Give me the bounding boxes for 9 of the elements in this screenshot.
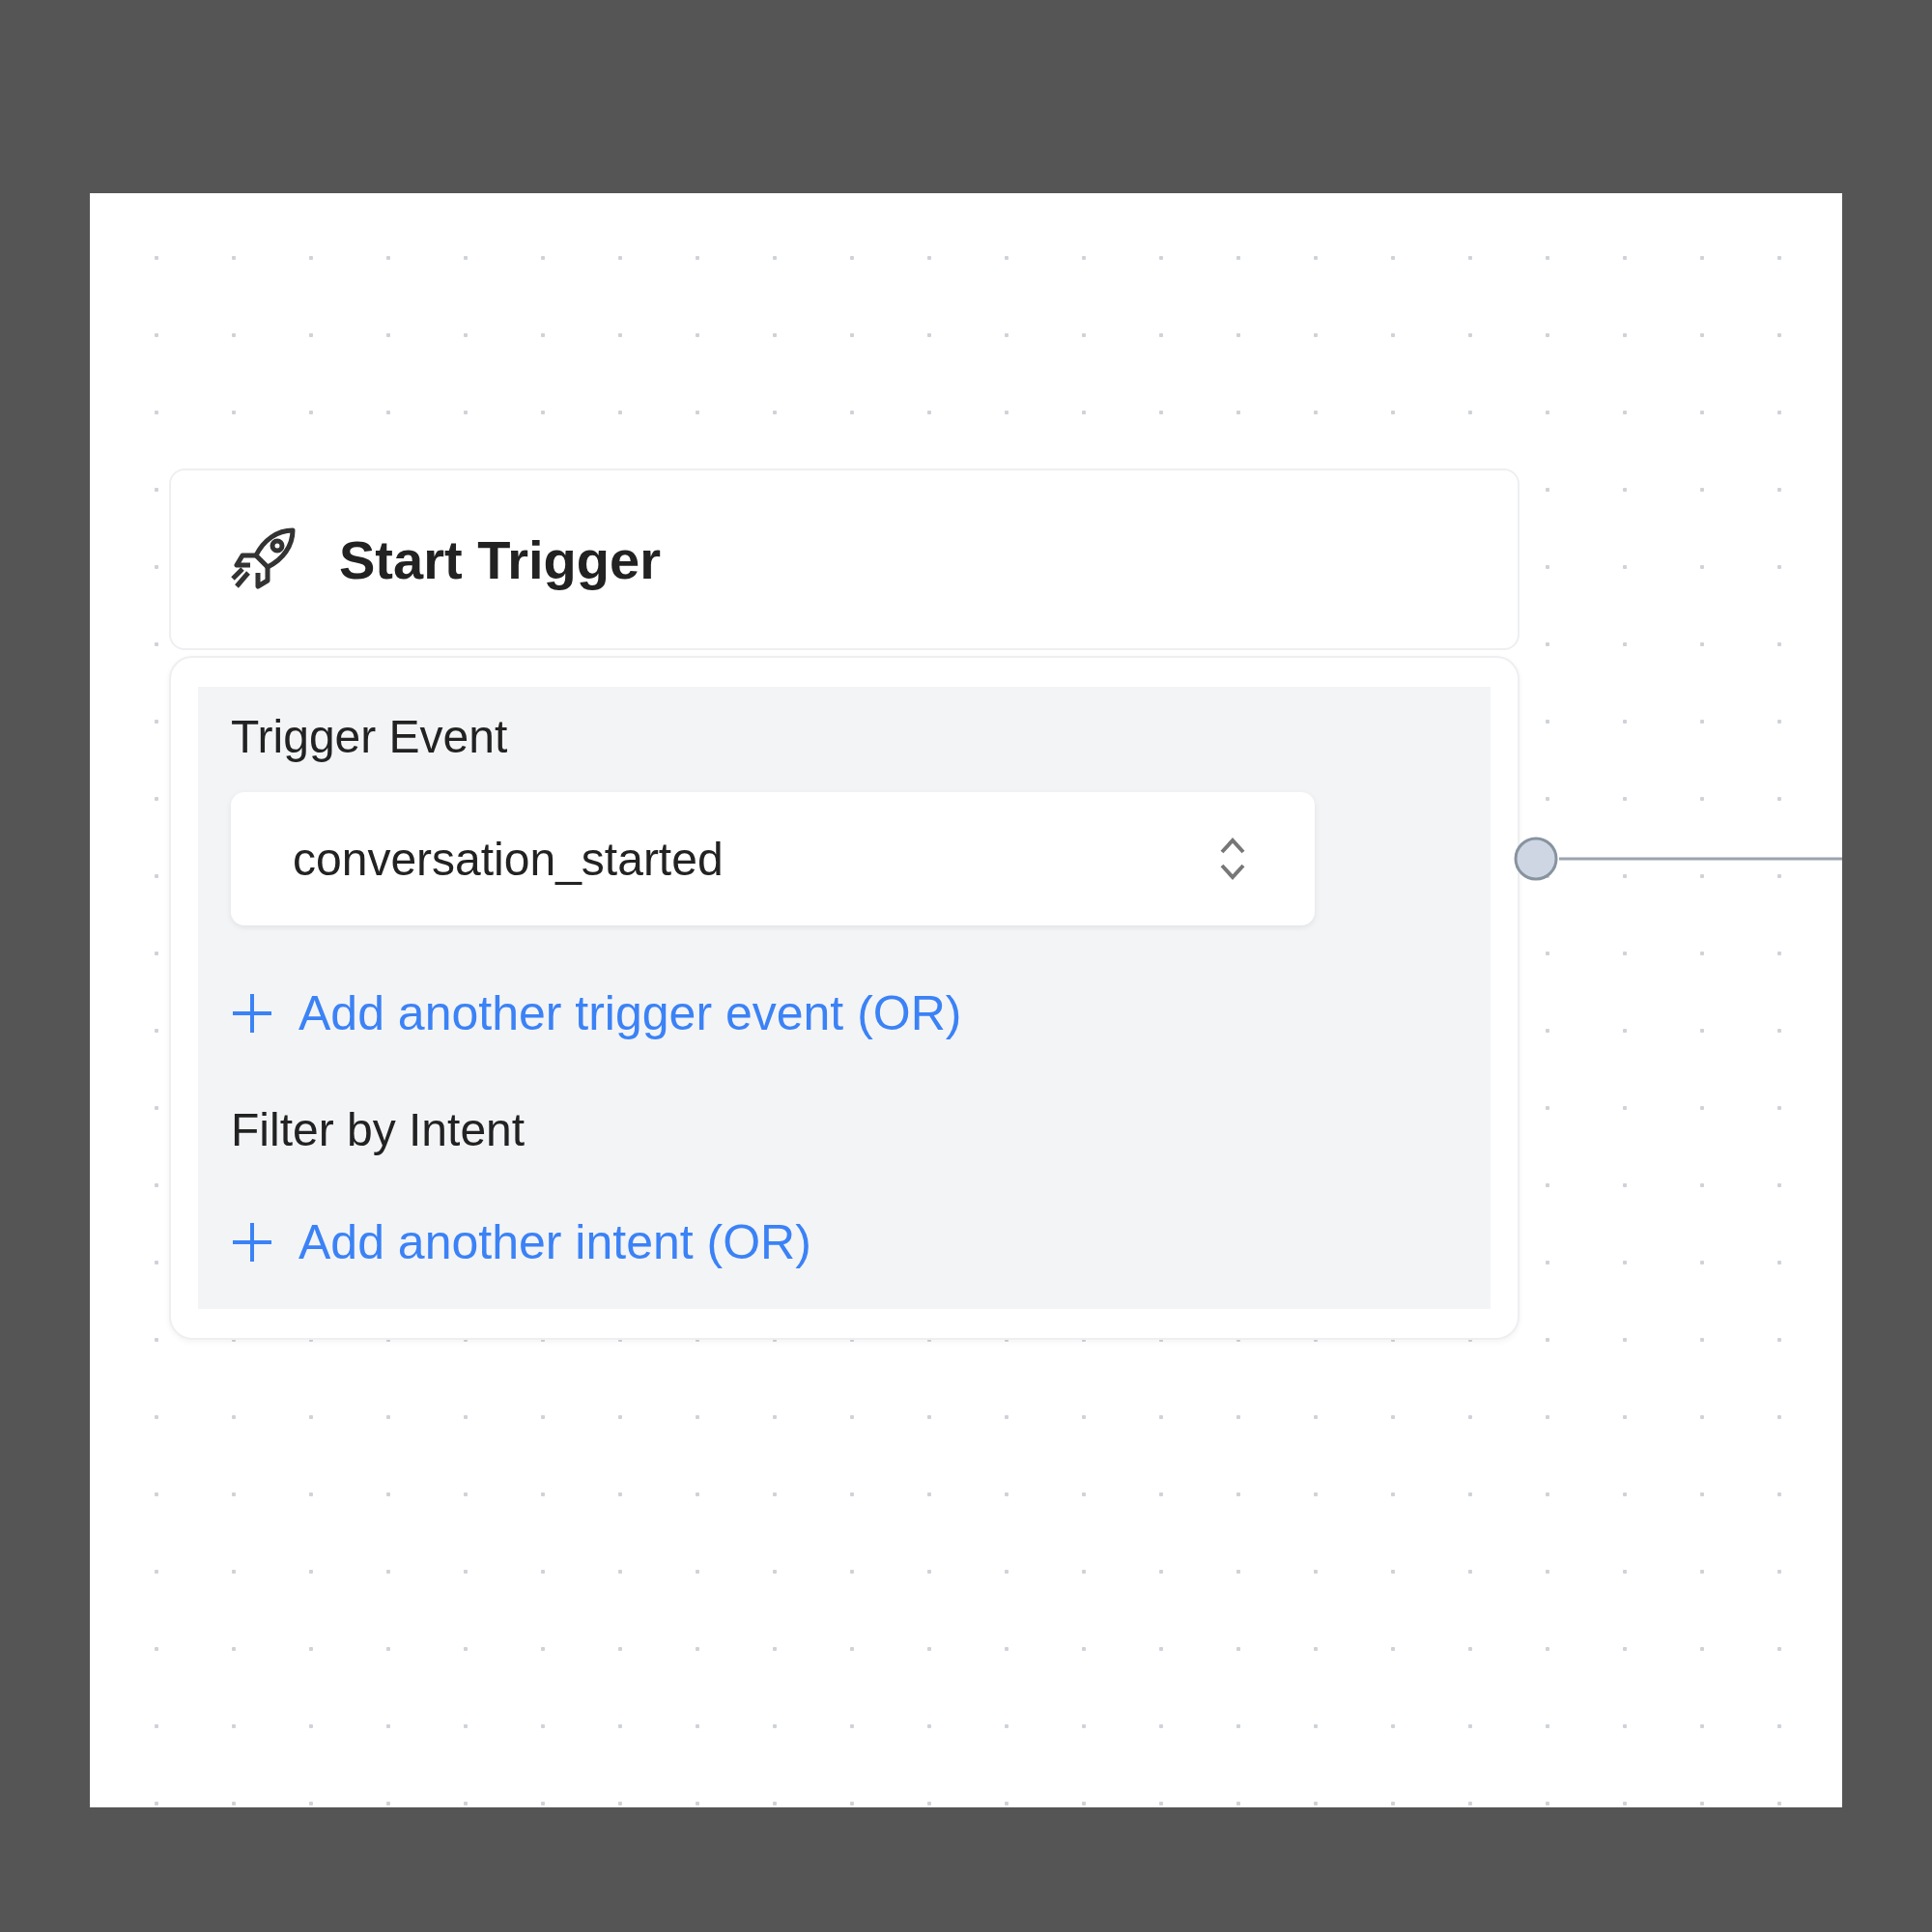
field-label: Filter by Intent [231,1103,526,1156]
plus-icon [231,1221,273,1264]
plus-icon [231,992,273,1035]
node-title: Start Trigger [339,527,661,591]
add-intent-link[interactable]: Add another intent (OR) [231,1214,811,1270]
add-event-link[interactable]: Add another trigger event (OR) [231,985,962,1041]
connection-handle[interactable] [1514,837,1558,881]
event-select[interactable]: conversation_started [231,792,1315,925]
field-label: Trigger Event [231,710,508,763]
